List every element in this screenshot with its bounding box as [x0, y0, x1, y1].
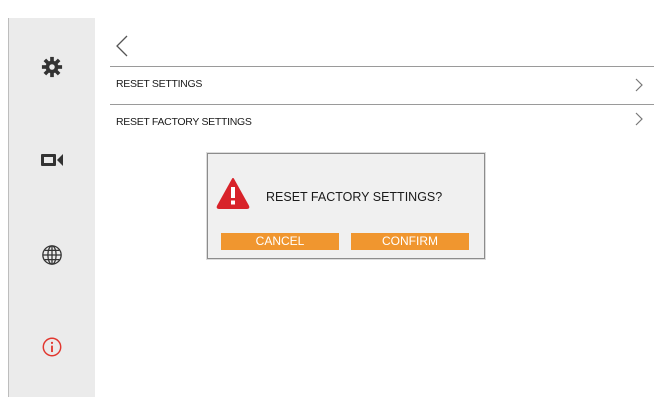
sidebar — [8, 18, 95, 397]
sidebar-item-network[interactable] — [9, 244, 95, 266]
video-camera-icon — [41, 154, 63, 166]
sidebar-item-info[interactable] — [9, 336, 95, 358]
confirm-button[interactable]: CONFIRM — [351, 233, 469, 250]
chevron-right-icon — [634, 77, 644, 98]
dialog-message: RESET FACTORY SETTINGS? — [266, 190, 443, 204]
top-strip — [8, 0, 670, 18]
chevron-left-icon — [116, 35, 128, 57]
menu-row-label: RESET SETTINGS — [116, 78, 203, 90]
menu-row-label: RESET FACTORY SETTINGS — [116, 116, 252, 128]
menu-row-reset-factory-settings[interactable]: RESET FACTORY SETTINGS — [110, 105, 654, 143]
globe-icon — [42, 245, 62, 265]
info-icon — [42, 337, 62, 357]
warning-icon — [216, 177, 250, 214]
cancel-button[interactable]: CANCEL — [221, 233, 339, 250]
sidebar-item-settings[interactable] — [9, 56, 95, 78]
back-button[interactable] — [114, 34, 134, 60]
gear-icon — [41, 56, 63, 78]
chevron-right-icon — [634, 111, 644, 132]
menu-row-reset-settings[interactable]: RESET SETTINGS — [110, 67, 654, 105]
confirm-dialog: RESET FACTORY SETTINGS? CANCEL CONFIRM — [207, 153, 485, 259]
sidebar-item-video[interactable] — [9, 152, 95, 168]
